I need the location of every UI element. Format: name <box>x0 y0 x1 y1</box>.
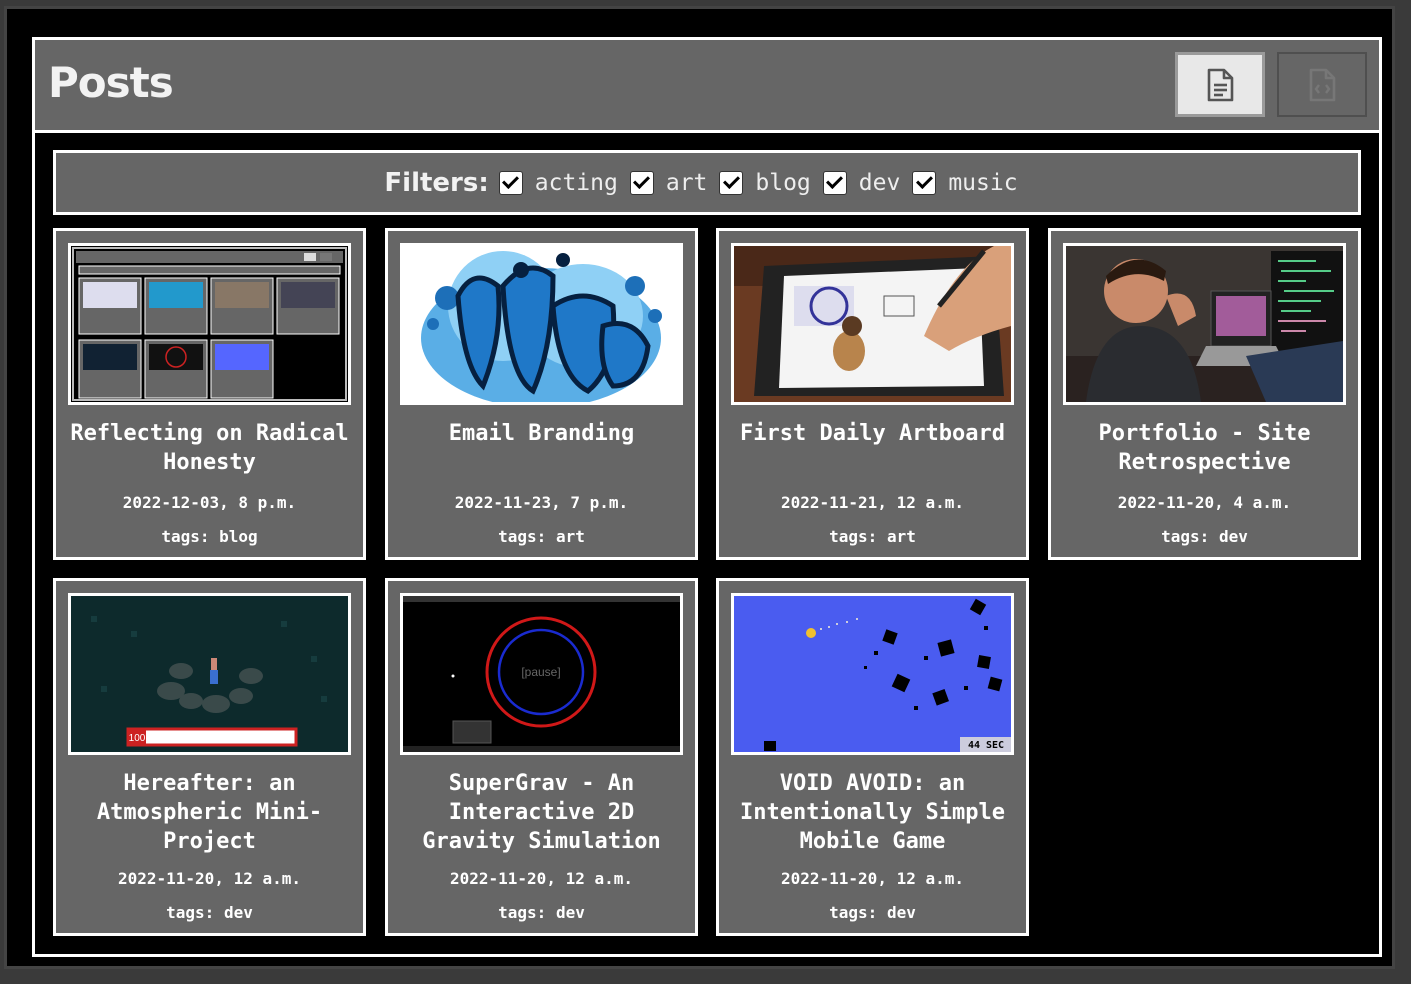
post-date: 2022-11-20, 12 a.m. <box>780 869 965 888</box>
filter-blog[interactable]: blog <box>719 169 811 196</box>
filter-art[interactable]: art <box>629 169 708 196</box>
post-card[interactable]: First Daily Artboard 2022-11-21, 12 a.m.… <box>716 228 1029 560</box>
filter-music[interactable]: music <box>912 169 1018 196</box>
post-date: 2022-11-23, 7 p.m. <box>454 493 629 512</box>
post-title: Portfolio - Site Retrospective <box>1098 421 1311 475</box>
post-title: First Daily Artboard <box>740 421 1005 446</box>
post-thumbnail: 100 <box>68 593 351 755</box>
post-thumbnail <box>400 243 683 405</box>
post-title: Reflecting on Radical Honesty <box>70 421 349 475</box>
post-date: 2022-11-20, 12 a.m. <box>117 869 302 888</box>
document-view-button[interactable] <box>1175 52 1265 117</box>
checkbox[interactable] <box>912 170 937 195</box>
filter-label: music <box>948 169 1018 196</box>
post-title: VOID AVOID: an Intentionally Simple Mobi… <box>740 771 1005 854</box>
filters-label: Filters: <box>384 167 489 198</box>
code-file-icon <box>1309 68 1336 101</box>
post-tags: tags: dev <box>166 903 253 922</box>
post-thumbnail <box>68 243 351 405</box>
post-tags: tags: dev <box>1161 527 1248 546</box>
post-card[interactable]: Email Branding 2022-11-23, 7 p.m. tags: … <box>385 228 698 560</box>
post-thumbnail: 44 SEC <box>731 593 1014 755</box>
post-title: SuperGrav - An Interactive 2D Gravity Si… <box>422 771 661 854</box>
post-title: Email Branding <box>448 421 635 446</box>
checkbox[interactable] <box>498 170 523 195</box>
post-date: 2022-11-20, 12 a.m. <box>449 869 634 888</box>
page-title: Posts <box>48 58 174 107</box>
post-thumbnail <box>1063 243 1346 405</box>
filters-bar: Filters: acting art blog dev music <box>53 150 1361 215</box>
document-icon <box>1207 68 1234 101</box>
posts-header: Posts <box>35 40 1379 133</box>
filter-label: art <box>665 169 708 196</box>
post-tags: tags: dev <box>498 903 585 922</box>
post-date: 2022-11-21, 12 a.m. <box>780 493 965 512</box>
post-thumbnail <box>731 243 1014 405</box>
post-card[interactable]: [pause] SuperGrav - An Interactive 2D Gr… <box>385 578 698 936</box>
post-card[interactable]: Portfolio - Site Retrospective 2022-11-2… <box>1048 228 1361 560</box>
filter-label: acting <box>534 169 618 196</box>
checkbox[interactable] <box>629 170 654 195</box>
post-tags: tags: dev <box>829 903 916 922</box>
post-tags: tags: art <box>829 527 916 546</box>
filter-acting[interactable]: acting <box>498 169 618 196</box>
post-card[interactable]: 100 Hereafter: an Atmospheric Mini-Proje… <box>53 578 366 936</box>
filter-dev[interactable]: dev <box>822 169 901 196</box>
posts-panel: Posts Filters: acting art blog dev music… <box>32 37 1382 957</box>
code-view-button[interactable] <box>1277 52 1367 117</box>
filter-label: dev <box>858 169 901 196</box>
post-tags: tags: blog <box>161 527 258 546</box>
post-date: 2022-12-03, 8 p.m. <box>122 493 297 512</box>
post-card[interactable]: Reflecting on Radical Honesty 2022-12-03… <box>53 228 366 560</box>
post-title: Hereafter: an Atmospheric Mini-Project <box>96 771 323 854</box>
app-frame: Posts Filters: acting art blog dev music… <box>4 6 1395 969</box>
post-tags: tags: art <box>498 527 585 546</box>
filter-label: blog <box>755 169 811 196</box>
health-value: 100 <box>129 733 146 744</box>
checkbox[interactable] <box>719 170 744 195</box>
post-date: 2022-11-20, 4 a.m. <box>1117 493 1292 512</box>
checkbox[interactable] <box>822 170 847 195</box>
post-thumbnail: [pause] <box>400 593 683 755</box>
timer-label: 44 SEC <box>968 740 1004 751</box>
post-card[interactable]: 44 SEC VOID AVOID: an Intentionally Simp… <box>716 578 1029 936</box>
pause-label: [pause] <box>521 665 560 679</box>
